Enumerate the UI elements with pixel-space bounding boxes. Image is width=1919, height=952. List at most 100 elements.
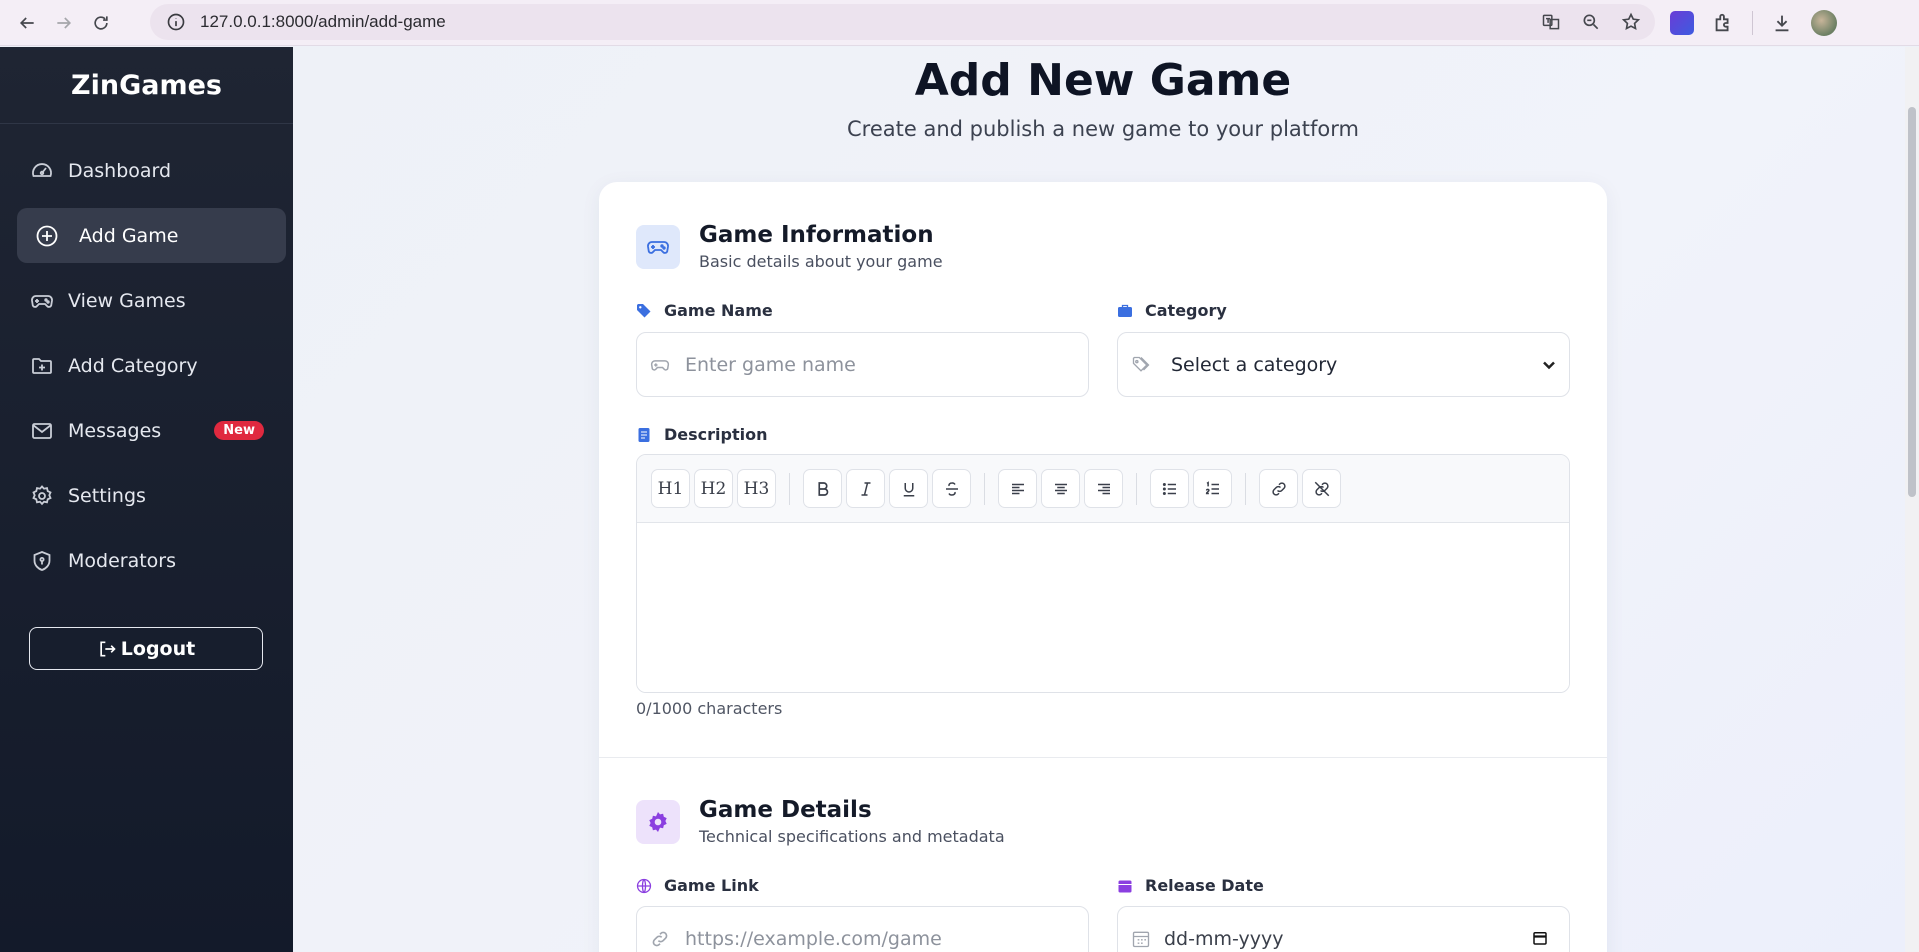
gamepad-icon bbox=[30, 289, 54, 313]
main-content: Add New Game Create and publish a new ga… bbox=[293, 47, 1919, 952]
unlink-icon bbox=[1314, 481, 1329, 496]
reload-icon[interactable] bbox=[83, 5, 119, 41]
bullet-list-icon bbox=[1162, 482, 1176, 495]
game-link-placeholder: https://example.com/game bbox=[685, 927, 942, 950]
toolbar-separator bbox=[1245, 472, 1246, 505]
bold-icon bbox=[817, 481, 828, 496]
document-icon bbox=[638, 427, 650, 442]
sidebar-item-label: Moderators bbox=[68, 549, 177, 572]
tag-icon bbox=[637, 303, 651, 317]
bullet-list-button[interactable] bbox=[1150, 469, 1189, 508]
category-label-text: Category bbox=[1145, 301, 1227, 320]
editor-toolbar: H1 H2 H3 bbox=[637, 455, 1569, 523]
brand-logo[interactable]: ZinGames bbox=[0, 47, 293, 124]
release-date-label-text: Release Date bbox=[1145, 876, 1264, 895]
bookmark-star-icon[interactable] bbox=[1621, 12, 1641, 32]
heading3-button[interactable]: H3 bbox=[737, 469, 776, 508]
folder-plus-icon bbox=[30, 354, 54, 378]
numbered-list-icon bbox=[1205, 480, 1219, 494]
add-game-form-card: Game Information Basic details about you… bbox=[599, 182, 1607, 952]
link-icon bbox=[1271, 481, 1286, 496]
game-information-header: Game Information Basic details about you… bbox=[636, 222, 943, 271]
page-title: Add New Game bbox=[914, 55, 1292, 106]
description-editor: H1 H2 H3 bbox=[636, 454, 1570, 693]
game-name-label-text: Game Name bbox=[664, 301, 773, 320]
game-link-input[interactable]: https://example.com/game bbox=[636, 906, 1089, 952]
sidebar-item-view-games[interactable]: View Games bbox=[17, 273, 286, 328]
strikethrough-icon bbox=[945, 481, 958, 496]
italic-icon bbox=[861, 481, 870, 496]
sidebar-item-add-category[interactable]: Add Category bbox=[17, 338, 286, 393]
browser-toolbar: 127.0.0.1:8000/admin/add-game bbox=[0, 0, 1919, 46]
translate-icon[interactable] bbox=[1541, 12, 1561, 32]
sidebar-item-moderators[interactable]: Moderators bbox=[17, 533, 286, 588]
strikethrough-button[interactable] bbox=[932, 469, 971, 508]
zoom-icon[interactable] bbox=[1581, 12, 1601, 32]
section-divider bbox=[599, 757, 1607, 758]
heading2-button[interactable]: H2 bbox=[694, 469, 733, 508]
release-date-input[interactable]: dd-mm-yyyy bbox=[1117, 906, 1570, 952]
insert-link-button[interactable] bbox=[1259, 469, 1298, 508]
game-link-label-text: Game Link bbox=[664, 876, 759, 895]
game-name-placeholder: Enter game name bbox=[685, 353, 856, 376]
gear-icon bbox=[636, 799, 680, 844]
forward-icon[interactable] bbox=[46, 5, 82, 41]
sidebar-item-add-game[interactable]: Add Game bbox=[17, 208, 286, 263]
game-link-label: Game Link bbox=[636, 876, 759, 895]
page-scrollbar[interactable] bbox=[1905, 47, 1919, 952]
game-name-label: Game Name bbox=[636, 301, 773, 320]
sidebar-item-dashboard[interactable]: Dashboard bbox=[17, 143, 286, 198]
gamepad-icon bbox=[636, 224, 680, 269]
chevron-down-icon bbox=[1543, 361, 1555, 370]
tags-icon bbox=[1132, 356, 1150, 372]
section-title: Game Information bbox=[699, 222, 934, 248]
game-details-header: Game Details Technical specifications an… bbox=[636, 797, 1005, 846]
logout-icon bbox=[100, 641, 116, 656]
extensions-puzzle-icon[interactable] bbox=[1712, 12, 1734, 34]
sidebar-menu: Dashboard Add Game View Games Add Catego… bbox=[0, 124, 293, 588]
sidebar-item-label: Settings bbox=[68, 484, 146, 507]
italic-button[interactable] bbox=[846, 469, 885, 508]
align-center-button[interactable] bbox=[1041, 469, 1080, 508]
sidebar-item-label: Add Game bbox=[79, 224, 179, 247]
bold-button[interactable] bbox=[803, 469, 842, 508]
sidebar-item-settings[interactable]: Settings bbox=[17, 468, 286, 523]
character-count: 0/1000 characters bbox=[636, 699, 783, 718]
numbered-list-button[interactable] bbox=[1193, 469, 1232, 508]
editor-content-area[interactable] bbox=[637, 523, 1569, 692]
heading1-button[interactable]: H1 bbox=[651, 469, 690, 508]
briefcase-icon bbox=[1118, 304, 1132, 317]
remove-link-button[interactable] bbox=[1302, 469, 1341, 508]
category-selected-value: Select a category bbox=[1171, 353, 1338, 376]
extension-icon[interactable] bbox=[1670, 11, 1694, 35]
url-text[interactable]: 127.0.0.1:8000/admin/add-game bbox=[200, 12, 446, 32]
logout-button[interactable]: Logout bbox=[29, 627, 263, 670]
align-center-icon bbox=[1054, 483, 1067, 494]
scrollbar-thumb[interactable] bbox=[1908, 107, 1916, 497]
site-info-icon[interactable] bbox=[166, 12, 186, 32]
align-right-button[interactable] bbox=[1084, 469, 1123, 508]
gamepad-icon bbox=[650, 359, 670, 371]
download-icon[interactable] bbox=[1771, 12, 1793, 34]
sidebar-item-messages[interactable]: Messages New bbox=[17, 403, 286, 458]
sidebar: ZinGames Dashboard Add Game View Games A… bbox=[0, 47, 293, 952]
profile-avatar[interactable] bbox=[1811, 10, 1837, 36]
description-label: Description bbox=[636, 425, 767, 444]
back-icon[interactable] bbox=[9, 5, 45, 41]
release-date-placeholder: dd-mm-yyyy bbox=[1164, 927, 1284, 950]
game-name-input[interactable]: Enter game name bbox=[636, 332, 1089, 397]
link-icon bbox=[652, 931, 668, 946]
category-select[interactable]: Select a category bbox=[1117, 332, 1570, 397]
toolbar-separator bbox=[984, 472, 985, 505]
align-left-button[interactable] bbox=[998, 469, 1037, 508]
section-title: Game Details bbox=[699, 797, 872, 823]
section-description: Basic details about your game bbox=[699, 252, 943, 271]
category-label: Category bbox=[1117, 301, 1227, 320]
underline-button[interactable] bbox=[889, 469, 928, 508]
envelope-icon bbox=[30, 419, 54, 443]
address-bar[interactable]: 127.0.0.1:8000/admin/add-game bbox=[150, 4, 1655, 40]
toolbar-divider bbox=[1752, 11, 1753, 35]
calendar-grid-icon bbox=[1132, 931, 1150, 947]
calendar-picker-icon[interactable] bbox=[1531, 929, 1549, 947]
new-badge: New bbox=[214, 421, 264, 440]
